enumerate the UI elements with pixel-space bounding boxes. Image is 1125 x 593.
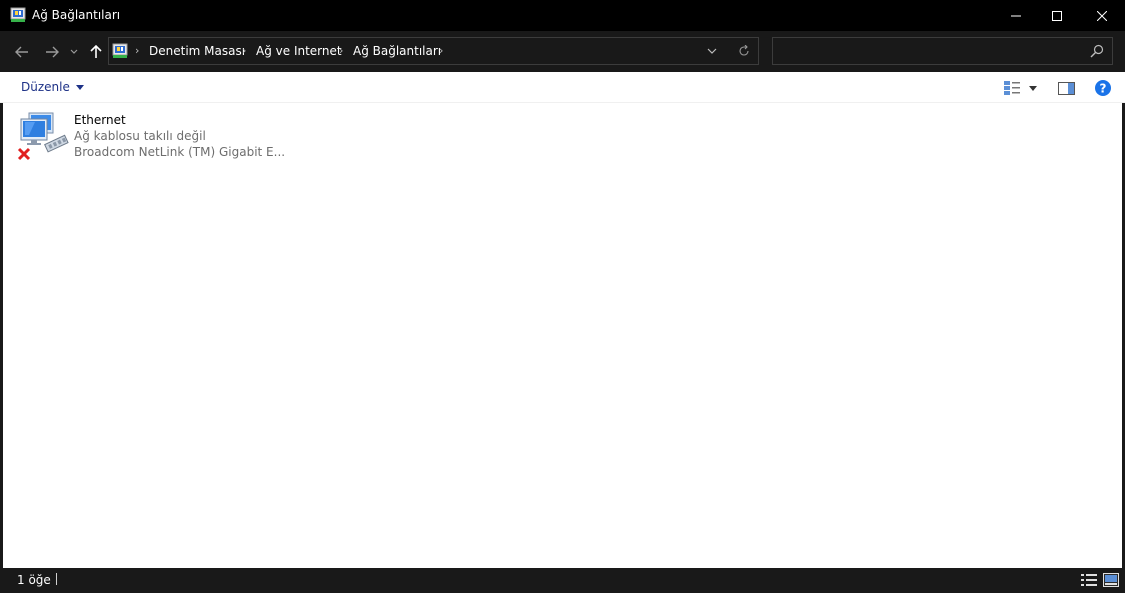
up-button[interactable] [84, 40, 108, 64]
item-name: Ethernet [74, 113, 126, 127]
file-list[interactable]: Ethernet Ağ kablosu takılı değil Broadco… [3, 103, 1122, 568]
maximize-button[interactable] [1034, 0, 1080, 31]
breadcrumb-network-connections[interactable]: Ağ Bağlantıları [353, 44, 441, 58]
breadcrumb-control-panel[interactable]: Denetim Masası [149, 44, 245, 58]
network-connections-window: Ağ Bağlantıları › Denetim Masası › Ağ ve… [0, 0, 1125, 593]
status-bar: 1 öğe [0, 568, 1125, 593]
search-icon[interactable] [1090, 44, 1104, 58]
close-button[interactable] [1079, 0, 1125, 31]
help-button[interactable]: ? [1094, 79, 1112, 97]
command-bar: Düzenle ? [0, 72, 1125, 103]
status-divider [56, 573, 57, 585]
ethernet-adapter-disconnected-icon [17, 111, 71, 163]
back-button[interactable] [10, 40, 34, 64]
breadcrumb-network-internet[interactable]: Ağ ve Internet [256, 44, 342, 58]
details-view-icon[interactable] [1081, 573, 1097, 587]
item-status: Ağ kablosu takılı değil [74, 129, 206, 143]
title-bar[interactable]: Ağ Bağlantıları [0, 0, 1125, 31]
change-view-button[interactable] [1004, 79, 1020, 97]
breadcrumb-separator-icon[interactable]: › [439, 44, 443, 57]
organize-button[interactable]: Düzenle [21, 80, 84, 94]
organize-label: Düzenle [21, 80, 70, 94]
network-connections-icon [10, 7, 26, 23]
search-box[interactable] [772, 37, 1113, 65]
chevron-down-icon [75, 84, 84, 90]
forward-button[interactable] [40, 40, 64, 64]
chevron-down-icon[interactable] [703, 42, 721, 60]
list-item[interactable]: Ethernet Ağ kablosu takılı değil Broadco… [17, 111, 285, 163]
address-bar[interactable]: › Denetim Masası › Ağ ve Internet › Ağ B… [108, 37, 759, 65]
breadcrumb-separator-icon[interactable]: › [242, 44, 246, 57]
window-title: Ağ Bağlantıları [32, 8, 121, 22]
search-input[interactable] [779, 42, 1083, 62]
item-device-name: Broadcom NetLink (TM) Gigabit E... [74, 145, 286, 159]
recent-locations-button[interactable] [64, 40, 84, 64]
preview-pane-button[interactable] [1058, 79, 1075, 97]
breadcrumb-separator-icon[interactable]: › [135, 44, 139, 57]
large-icons-view-icon[interactable] [1103, 573, 1119, 587]
breadcrumb-separator-icon[interactable]: › [339, 44, 343, 57]
minimize-button[interactable] [993, 0, 1039, 31]
item-count: 1 öğe [17, 573, 51, 587]
view-options-dropdown[interactable] [1029, 79, 1037, 97]
refresh-icon[interactable] [735, 42, 753, 60]
control-panel-icon [112, 43, 128, 59]
svg-text:?: ? [1100, 82, 1107, 96]
close-icon [17, 147, 31, 161]
navigation-bar: › Denetim Masası › Ağ ve Internet › Ağ B… [0, 31, 1125, 72]
